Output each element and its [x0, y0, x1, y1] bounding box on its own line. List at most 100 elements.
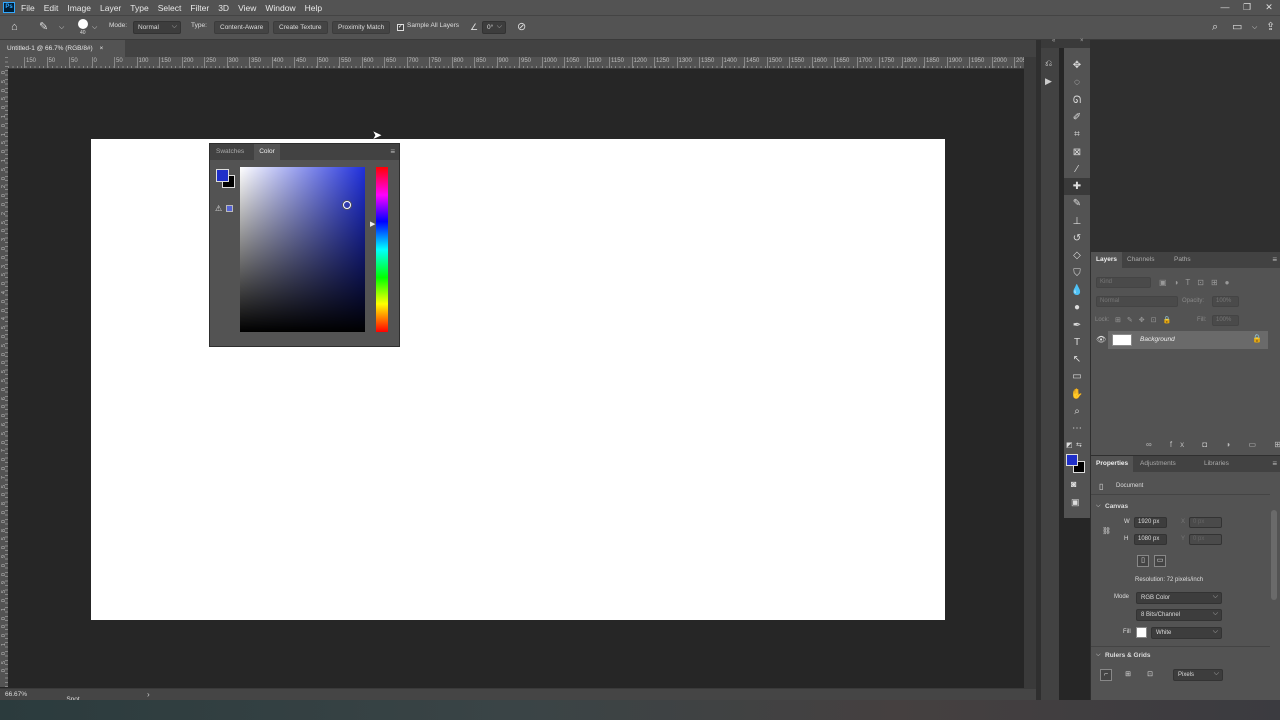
tab-paths[interactable]: Paths: [1169, 252, 1196, 268]
fill-color-swatch[interactable]: [1136, 627, 1147, 638]
history-icon[interactable]: ⎌: [1045, 58, 1052, 69]
hand-icon[interactable]: ✋: [1064, 386, 1090, 403]
grid-toggle-icon[interactable]: ⊞: [1122, 669, 1134, 681]
tab-swatches[interactable]: Swatches: [216, 148, 244, 155]
home-icon[interactable]: ⌂: [11, 22, 18, 33]
search-icon[interactable]: ⌕: [1212, 22, 1218, 33]
swap-colors-icon[interactable]: ⇆: [1076, 441, 1082, 449]
quick-select-icon[interactable]: ✐: [1064, 109, 1090, 126]
more-icon[interactable]: ⋯: [1064, 420, 1090, 437]
guides-toggle-icon[interactable]: ⊡: [1144, 669, 1156, 681]
saturation-brightness-field[interactable]: [240, 167, 365, 332]
tab-channels[interactable]: Channels: [1122, 252, 1159, 268]
paint-bucket-icon[interactable]: ⛉: [1064, 265, 1090, 282]
menu-type[interactable]: Type: [130, 3, 148, 13]
marquee-icon[interactable]: ◌: [1064, 74, 1090, 91]
move-icon[interactable]: ✥: [1064, 57, 1090, 74]
menu-3d[interactable]: 3D: [218, 3, 229, 13]
menu-select[interactable]: Select: [158, 3, 182, 13]
fill-input[interactable]: 100%: [1212, 315, 1239, 326]
menu-filter[interactable]: Filter: [190, 3, 209, 13]
foreground-swatch[interactable]: [216, 169, 229, 182]
content-aware-button[interactable]: Content-Aware: [214, 21, 270, 34]
opacity-input[interactable]: 100%: [1212, 296, 1239, 307]
gamut-warning-icon[interactable]: ⚠: [215, 204, 222, 213]
tab-properties[interactable]: Properties: [1091, 456, 1134, 472]
width-input[interactable]: 1920 px: [1134, 517, 1167, 528]
landscape-orientation-button[interactable]: ▭: [1154, 555, 1166, 567]
chevron-down-icon[interactable]: ⌵: [59, 22, 64, 33]
blend-mode-dropdown[interactable]: Normal: [1096, 296, 1178, 307]
blur-icon[interactable]: 💧: [1064, 282, 1090, 299]
x-input[interactable]: 0 px: [1189, 517, 1222, 528]
rulers-collapse-icon[interactable]: ⌵: [1096, 652, 1101, 659]
default-colors-icon[interactable]: ◩: [1066, 441, 1073, 449]
rulers-toggle-icon[interactable]: ⌐: [1100, 669, 1112, 681]
spot-healing-preset-icon[interactable]: ✎: [39, 22, 48, 33]
rectangle-icon[interactable]: ▭: [1064, 368, 1090, 385]
height-input[interactable]: 1080 px: [1134, 534, 1167, 545]
portrait-orientation-button[interactable]: ▯: [1137, 555, 1149, 567]
layer-name[interactable]: Background: [1140, 336, 1175, 343]
tab-color[interactable]: Color: [254, 144, 280, 160]
clone-stamp-icon[interactable]: ⊥: [1064, 213, 1090, 230]
web-safe-color-icon[interactable]: [226, 205, 233, 212]
history-brush-icon[interactable]: ↺: [1064, 230, 1090, 247]
actions-play-icon[interactable]: ▶: [1045, 76, 1052, 87]
tab-layers[interactable]: Layers: [1091, 252, 1122, 268]
pressure-size-icon[interactable]: ⊘: [517, 22, 526, 33]
color-picker-handle[interactable]: [343, 201, 351, 209]
quick-mask-icon[interactable]: ◙: [1071, 479, 1076, 489]
canvas-collapse-icon[interactable]: ⌵: [1096, 503, 1101, 510]
foreground-color[interactable]: [1066, 454, 1078, 466]
properties-scrollbar[interactable]: [1271, 510, 1277, 600]
menu-help[interactable]: Help: [305, 3, 322, 13]
eye-icon[interactable]: 👁: [1096, 335, 1106, 344]
brush-icon[interactable]: ✎: [1064, 195, 1090, 212]
layer-kind-filter[interactable]: Kind: [1096, 277, 1151, 288]
dodge-icon[interactable]: ●: [1064, 299, 1090, 316]
panel-menu-icon[interactable]: ≡: [390, 147, 395, 156]
tab-adjustments[interactable]: Adjustments: [1135, 456, 1181, 472]
close-button[interactable]: ✕: [1258, 0, 1280, 15]
proximity-match-button[interactable]: Proximity Match: [332, 21, 391, 34]
lock-icon[interactable]: 🔒: [1252, 334, 1262, 343]
hue-slider-handle[interactable]: ▶: [370, 220, 375, 228]
y-input[interactable]: 0 px: [1189, 534, 1222, 545]
path-select-icon[interactable]: ↖: [1064, 351, 1090, 368]
brush-preview-icon[interactable]: [78, 19, 88, 29]
menu-image[interactable]: Image: [67, 3, 91, 13]
share-icon[interactable]: ⇪: [1266, 22, 1275, 33]
type-icon[interactable]: T: [1064, 334, 1090, 351]
menu-layer[interactable]: Layer: [100, 3, 121, 13]
frame-icon[interactable]: ⊠: [1064, 144, 1090, 161]
properties-menu-icon[interactable]: ≡: [1272, 459, 1277, 468]
document-tab-close[interactable]: ×: [100, 45, 104, 52]
create-texture-button[interactable]: Create Texture: [273, 21, 328, 34]
pen-icon[interactable]: ✒: [1064, 317, 1090, 334]
bit-depth-dropdown[interactable]: 8 Bits/Channel: [1136, 609, 1222, 621]
layer-row[interactable]: Background 🔒: [1108, 331, 1268, 349]
close-panel-icon[interactable]: ×: [1080, 38, 1084, 44]
spot-healing-icon[interactable]: ✚: [1064, 178, 1090, 196]
menu-file[interactable]: File: [21, 3, 35, 13]
sample-all-layers-checkbox[interactable]: ✓: [397, 24, 404, 31]
layer-filter-icons[interactable]: ▣◑T⊡⊞●: [1159, 278, 1237, 287]
menu-edit[interactable]: Edit: [44, 3, 59, 13]
screen-mode-icon[interactable]: ▣: [1071, 497, 1080, 508]
link-icon[interactable]: ⛓: [1102, 527, 1111, 535]
collapse-icon[interactable]: «: [1052, 38, 1055, 44]
status-expand-arrow[interactable]: ›: [147, 690, 150, 699]
lock-icons[interactable]: ⊞✎✥⊡🔒: [1115, 316, 1177, 324]
workspace-dropdown-icon[interactable]: ⌵: [1252, 22, 1257, 33]
minimize-button[interactable]: —: [1214, 0, 1236, 15]
eraser-icon[interactable]: ◇: [1064, 247, 1090, 264]
zoom-icon[interactable]: ⌕: [1064, 403, 1090, 420]
eyedropper-icon[interactable]: ⁄: [1064, 161, 1090, 178]
hue-slider[interactable]: [376, 167, 388, 332]
fill-dropdown[interactable]: White: [1151, 627, 1222, 639]
layers-menu-icon[interactable]: ≡: [1272, 255, 1277, 264]
angle-input[interactable]: 0°: [482, 21, 506, 34]
workspace-icon[interactable]: ▭: [1232, 22, 1242, 33]
mode-dropdown[interactable]: Normal: [133, 21, 181, 34]
